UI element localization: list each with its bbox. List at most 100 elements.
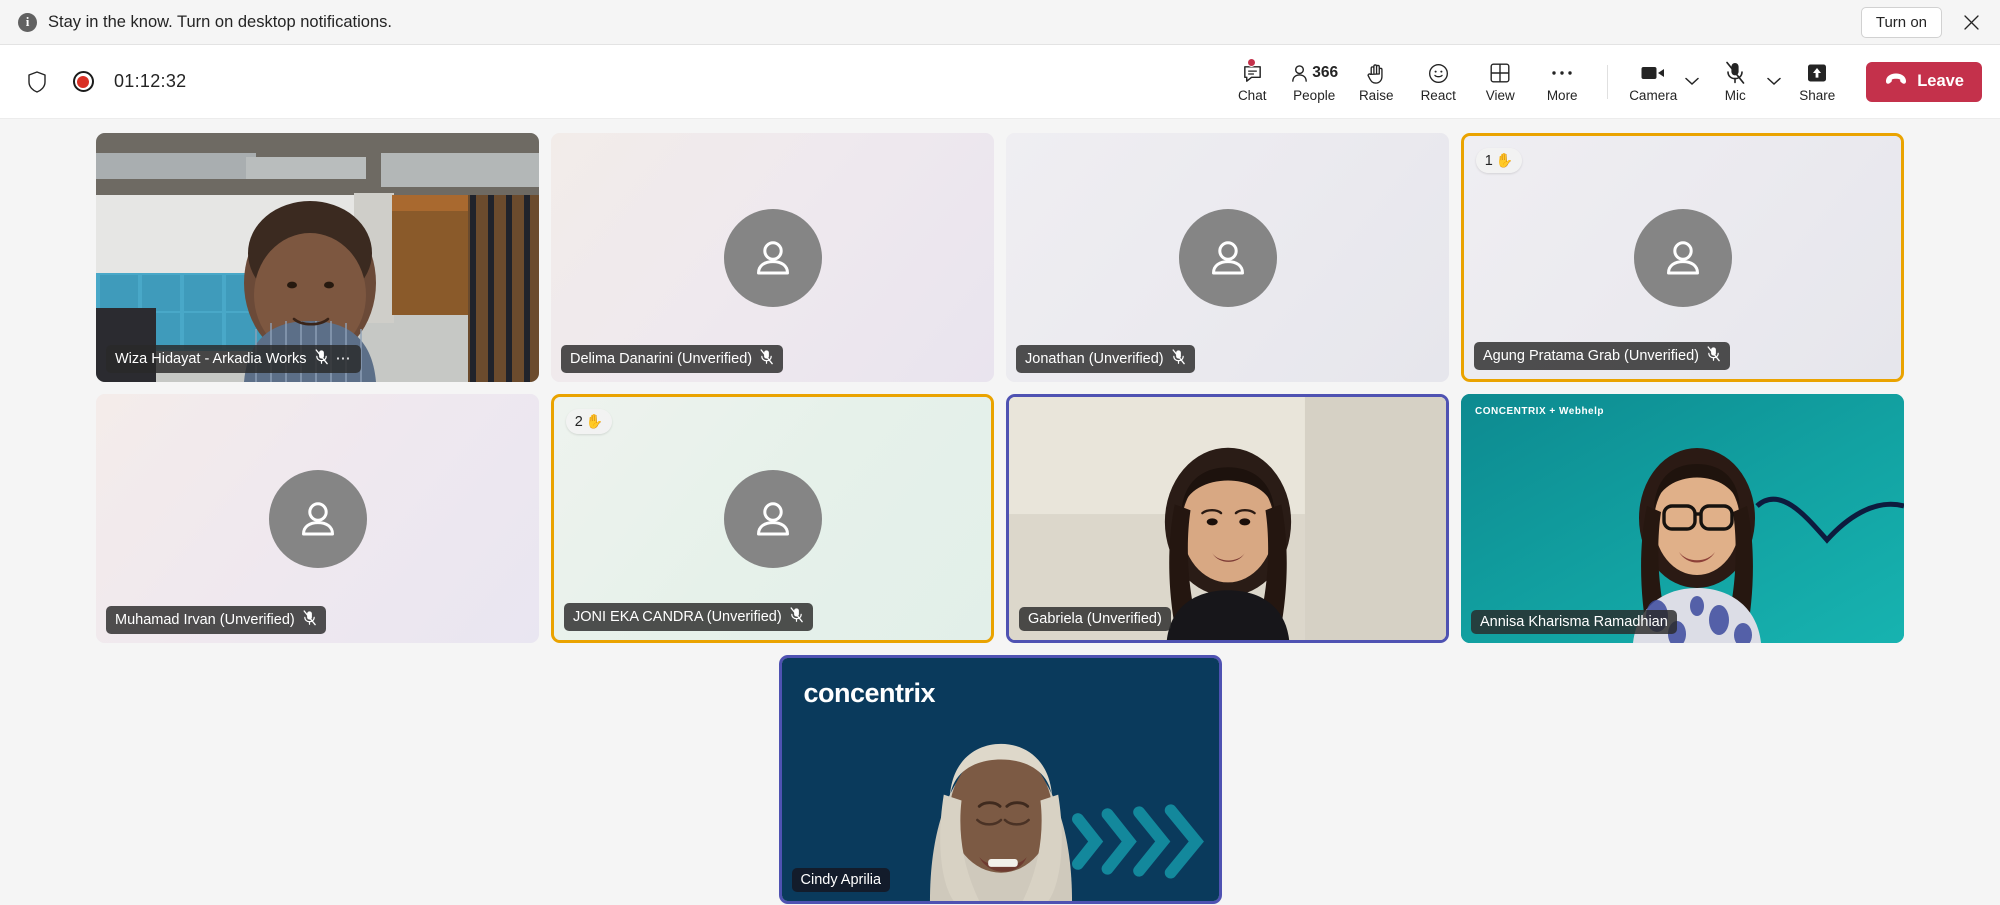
chat-button[interactable]: Chat	[1221, 56, 1283, 107]
chat-unread-badge	[1246, 58, 1256, 67]
people-label: People	[1293, 88, 1336, 103]
share-button[interactable]: Share	[1786, 56, 1848, 107]
record-dot-icon	[70, 69, 96, 95]
notification-bar: i Stay in the know. Turn on desktop noti…	[0, 0, 2000, 45]
people-button[interactable]: 366 People	[1283, 56, 1345, 107]
view-label: View	[1485, 88, 1515, 103]
tile-avatar-placeholder: Delima Danarini (Unverified)	[551, 133, 994, 382]
tile-video: concentrix Cindy Aprilia	[781, 658, 1219, 901]
mic-button[interactable]: Mic	[1704, 56, 1766, 107]
toolbar-left-group: 01:12:32	[22, 67, 186, 97]
view-grid-icon	[1489, 60, 1511, 86]
hangup-phone-icon	[1884, 72, 1908, 91]
video-row: Wiza Hidayat - Arkadia Works ⋯ Delima Da…	[96, 133, 1904, 382]
participant-tile[interactable]: Jonathan (Unverified)	[1006, 133, 1449, 382]
raise-hand-button[interactable]: Raise	[1345, 56, 1407, 107]
video-row: Muhamad Irvan (Unverified) 2 ✋ JONI EKA …	[96, 394, 1904, 643]
tile-more-options-icon[interactable]: ⋯	[336, 351, 353, 366]
raise-hand-badge: 1 ✋	[1476, 148, 1522, 173]
shield-icon[interactable]	[22, 67, 52, 97]
concentrix-logo: concentrix	[803, 678, 936, 708]
view-button[interactable]: View	[1469, 56, 1531, 107]
people-count: 366	[1312, 64, 1339, 81]
close-icon[interactable]	[1956, 7, 1986, 37]
people-icon-group: 366	[1290, 60, 1338, 86]
tile-avatar-placeholder: Jonathan (Unverified)	[1006, 133, 1449, 382]
avatar	[723, 208, 822, 307]
leave-label: Leave	[1917, 72, 1964, 90]
participant-name-badge: Wiza Hidayat - Arkadia Works ⋯	[106, 345, 362, 373]
participant-tile[interactable]: Wiza Hidayat - Arkadia Works ⋯	[96, 133, 539, 382]
camera-icon	[1640, 60, 1666, 86]
mic-control-group: Mic	[1704, 56, 1786, 107]
mic-off-icon	[789, 607, 804, 627]
video-feed	[1009, 397, 1446, 640]
participant-name-badge: Gabriela (Unverified)	[1019, 607, 1171, 631]
mic-off-icon	[1706, 346, 1721, 366]
tile-video: Wiza Hidayat - Arkadia Works ⋯	[96, 133, 539, 382]
participant-name-badge: Muhamad Irvan (Unverified)	[106, 606, 326, 634]
camera-label: Camera	[1629, 88, 1678, 103]
people-icon	[1292, 64, 1308, 82]
notification-actions: Turn on	[1860, 6, 1986, 38]
participant-tile[interactable]: Gabriela (Unverified)	[1006, 394, 1449, 643]
share-screen-icon	[1806, 60, 1828, 86]
participant-tile[interactable]: 1 ✋ Agung Pratama Grab (Unverified)	[1461, 133, 1904, 382]
participant-name: Wiza Hidayat - Arkadia Works	[115, 351, 307, 367]
leave-button[interactable]: Leave	[1866, 61, 1982, 102]
more-ellipsis-icon	[1551, 60, 1573, 86]
participant-tile[interactable]: concentrix Cindy Aprilia	[778, 655, 1222, 904]
toolbar-divider	[1607, 64, 1609, 99]
participant-name: JONI EKA CANDRA (Unverified)	[573, 609, 782, 625]
meeting-toolbar: 01:12:32 Chat 366 People Raise React Vie…	[0, 45, 2000, 119]
participant-tile[interactable]: CONCENTRIX + Webhelp Annisa Kharisma Ram…	[1461, 394, 1904, 643]
react-smiley-icon	[1427, 60, 1450, 86]
turn-on-notifications-button[interactable]: Turn on	[1860, 6, 1942, 38]
participant-tile[interactable]: Muhamad Irvan (Unverified)	[96, 394, 539, 643]
react-button[interactable]: React	[1407, 56, 1469, 107]
tile-video: CONCENTRIX + Webhelp Annisa Kharisma Ram…	[1461, 394, 1904, 643]
raise-hand-count: 2	[574, 413, 583, 430]
participant-name: Agung Pratama Grab (Unverified)	[1483, 348, 1699, 364]
participant-name-badge: JONI EKA CANDRA (Unverified)	[564, 603, 813, 631]
participant-name: Cindy Aprilia	[800, 872, 882, 888]
chat-icon	[1241, 58, 1264, 86]
participant-name-badge: Delima Danarini (Unverified)	[561, 345, 784, 373]
participant-name: Gabriela (Unverified)	[1028, 611, 1162, 627]
participant-tile[interactable]: 2 ✋ JONI EKA CANDRA (Unverified)	[551, 394, 994, 643]
raise-hand-icon	[1365, 60, 1387, 86]
avatar	[1178, 208, 1277, 307]
camera-control-group: Camera	[1622, 56, 1704, 107]
notification-message: Stay in the know. Turn on desktop notifi…	[48, 12, 392, 31]
info-icon: i	[18, 12, 37, 32]
video-row: concentrix Cindy Aprilia	[96, 655, 1904, 904]
more-label: More	[1546, 88, 1578, 103]
participant-name-badge: Annisa Kharisma Ramadhian	[1471, 610, 1677, 634]
participant-name: Annisa Kharisma Ramadhian	[1480, 614, 1668, 630]
tile-avatar-placeholder: Muhamad Irvan (Unverified)	[96, 394, 539, 643]
camera-button[interactable]: Camera	[1622, 56, 1684, 107]
mic-off-icon	[759, 349, 774, 369]
mic-off-icon	[314, 349, 329, 369]
meeting-timer: 01:12:32	[114, 71, 187, 91]
more-button[interactable]: More	[1531, 56, 1593, 107]
participant-name-badge: Cindy Aprilia	[791, 868, 891, 892]
raise-hand-badge: 2 ✋	[566, 409, 612, 434]
raise-hand-count: 1	[1484, 152, 1493, 169]
video-grid: Wiza Hidayat - Arkadia Works ⋯ Delima Da…	[96, 133, 1904, 904]
participant-name: Jonathan (Unverified)	[1025, 351, 1164, 367]
mic-off-icon	[1724, 60, 1746, 86]
concentrix-webhelp-logo: CONCENTRIX + Webhelp	[1475, 406, 1604, 417]
tile-avatar-placeholder: 1 ✋ Agung Pratama Grab (Unverified)	[1464, 136, 1901, 379]
raise-hand-icon: ✋	[1495, 152, 1514, 168]
raise-hand-icon: ✋	[585, 413, 604, 429]
video-feed	[1461, 394, 1904, 643]
mic-off-icon	[1171, 349, 1186, 369]
participant-tile[interactable]: Delima Danarini (Unverified)	[551, 133, 994, 382]
tile-video: Gabriela (Unverified)	[1009, 397, 1446, 640]
avatar	[268, 469, 367, 568]
mic-off-icon	[302, 610, 317, 630]
raise-label: Raise	[1358, 88, 1394, 103]
chat-label: Chat	[1237, 88, 1267, 103]
participant-name: Muhamad Irvan (Unverified)	[115, 612, 295, 628]
